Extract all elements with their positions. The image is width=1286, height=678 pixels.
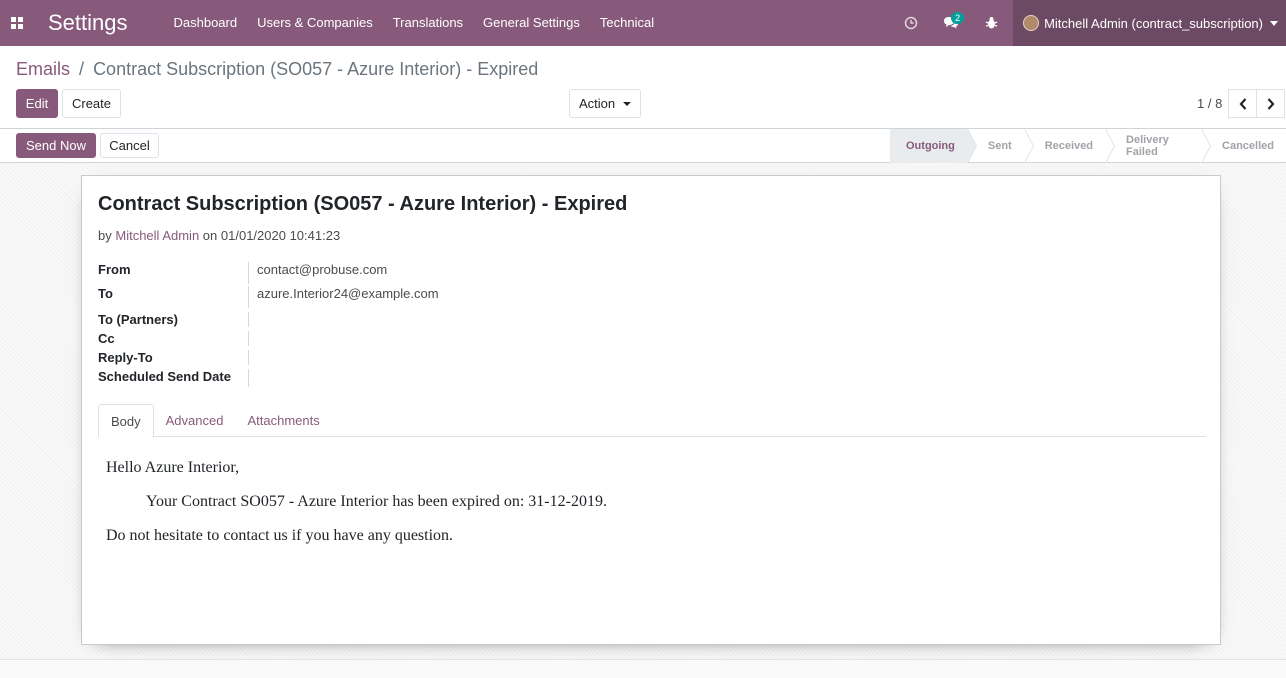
field-label-cc: Cc — [98, 331, 249, 346]
record-title: Contract Subscription (SO057 - Azure Int… — [98, 193, 628, 215]
stage-outgoing[interactable]: Outgoing — [890, 129, 977, 163]
record-date: 01/01/2020 10:41:23 — [220, 228, 341, 243]
field-label-to-partners: To (Partners) — [98, 312, 249, 327]
field-label-reply-to: Reply-To — [98, 350, 249, 365]
pager-value[interactable]: 1 / 8 — [1197, 96, 1222, 111]
field-row-reply-to: Reply-To — [98, 346, 439, 365]
notebook-tabs: Body Advanced Attachments — [98, 404, 1206, 438]
systray: 2 Mitchell Admin (contract_subscription) — [891, 0, 1286, 46]
edit-button[interactable]: Edit — [16, 89, 58, 118]
menu-item-dashboard[interactable]: Dashboard — [164, 0, 248, 46]
action-dropdown[interactable]: Action — [569, 89, 641, 118]
status-stages: Outgoing Sent Received Delivery Failed C… — [890, 129, 1286, 163]
pager-next-button[interactable] — [1256, 89, 1285, 118]
body-expiry-line: Your Contract SO057 - Azure Interior has… — [146, 493, 607, 510]
field-label-scheduled-date: Scheduled Send Date — [98, 369, 249, 387]
form-statusbar: Send Now Cancel Outgoing Sent Received D… — [0, 129, 1286, 163]
send-now-button[interactable]: Send Now — [16, 133, 96, 158]
avatar — [1023, 15, 1040, 31]
activity-clock-icon[interactable] — [891, 0, 931, 46]
pager-previous-button[interactable] — [1228, 89, 1257, 118]
field-value-to: azure.Interior24@example.com — [257, 286, 439, 301]
control-panel: Emails / Contract Subscription (SO057 - … — [0, 46, 1286, 129]
footer-strip — [0, 659, 1286, 678]
email-body: Hello Azure Interior, Your Contract SO05… — [106, 458, 607, 560]
caret-down-icon — [623, 101, 632, 106]
breadcrumb: Emails / Contract Subscription (SO057 - … — [16, 59, 538, 80]
user-name: Mitchell Admin (contract_subscription) — [1044, 15, 1263, 31]
field-value-to-partners — [249, 312, 257, 327]
breadcrumb-emails-link[interactable]: Emails — [16, 59, 70, 79]
field-value-from: contact@probuse.com — [257, 262, 388, 277]
create-button[interactable]: Create — [62, 89, 121, 118]
by-label: by — [98, 228, 112, 243]
field-value-scheduled-date — [249, 369, 257, 387]
field-label-from: From — [98, 262, 249, 284]
tab-body[interactable]: Body — [98, 404, 154, 438]
main-menu: Dashboard Users & Companies Translations… — [164, 0, 665, 46]
app-brand[interactable]: Settings — [48, 10, 128, 36]
field-row-from: From contact@probuse.com — [98, 260, 439, 284]
stage-delivery-failed[interactable]: Delivery Failed — [1105, 129, 1212, 163]
chevron-left-icon — [1239, 97, 1246, 110]
body-closing: Do not hesitate to contact us if you hav… — [106, 527, 454, 544]
breadcrumb-separator: / — [79, 59, 85, 79]
stage-cancelled[interactable]: Cancelled — [1201, 129, 1286, 163]
field-row-to: To azure.Interior24@example.com — [98, 284, 439, 308]
field-row-cc: Cc — [98, 327, 439, 346]
messages-icon[interactable]: 2 — [931, 0, 971, 46]
breadcrumb-current: Contract Subscription (SO057 - Azure Int… — [93, 59, 539, 79]
debug-bug-icon[interactable] — [971, 0, 1011, 46]
tab-advanced[interactable]: Advanced — [154, 404, 236, 437]
record-byline: by Mitchell Admin on 01/01/2020 10:41:23 — [98, 228, 340, 243]
field-row-scheduled-date: Scheduled Send Date — [98, 365, 439, 387]
stage-received[interactable]: Received — [1024, 129, 1116, 163]
field-row-to-partners: To (Partners) — [98, 308, 439, 327]
header-fields: From contact@probuse.com To azure.Interi… — [98, 260, 439, 387]
on-label: on — [202, 228, 218, 243]
tab-attachments[interactable]: Attachments — [235, 404, 331, 437]
menu-item-translations[interactable]: Translations — [383, 0, 473, 46]
menu-item-users-companies[interactable]: Users & Companies — [247, 0, 383, 46]
chevron-right-icon — [1267, 97, 1274, 110]
field-value-reply-to — [249, 350, 257, 365]
body-greeting: Hello Azure Interior, — [106, 459, 240, 476]
author-link[interactable]: Mitchell Admin — [115, 228, 199, 243]
apps-menu-icon[interactable] — [0, 0, 33, 46]
field-value-cc — [249, 331, 257, 346]
messages-count-badge: 2 — [951, 12, 965, 24]
menu-item-general-settings[interactable]: General Settings — [473, 0, 590, 46]
chevron-down-icon — [1270, 20, 1278, 26]
user-menu[interactable]: Mitchell Admin (contract_subscription) — [1013, 0, 1286, 46]
cancel-button[interactable]: Cancel — [100, 133, 159, 158]
action-label: Action — [578, 96, 616, 111]
form-background: Contract Subscription (SO057 - Azure Int… — [0, 163, 1286, 659]
menu-item-technical[interactable]: Technical — [590, 0, 664, 46]
form-sheet: Contract Subscription (SO057 - Azure Int… — [81, 175, 1221, 645]
field-label-to: To — [98, 286, 249, 308]
top-navbar: Settings Dashboard Users & Companies Tra… — [0, 0, 1286, 46]
